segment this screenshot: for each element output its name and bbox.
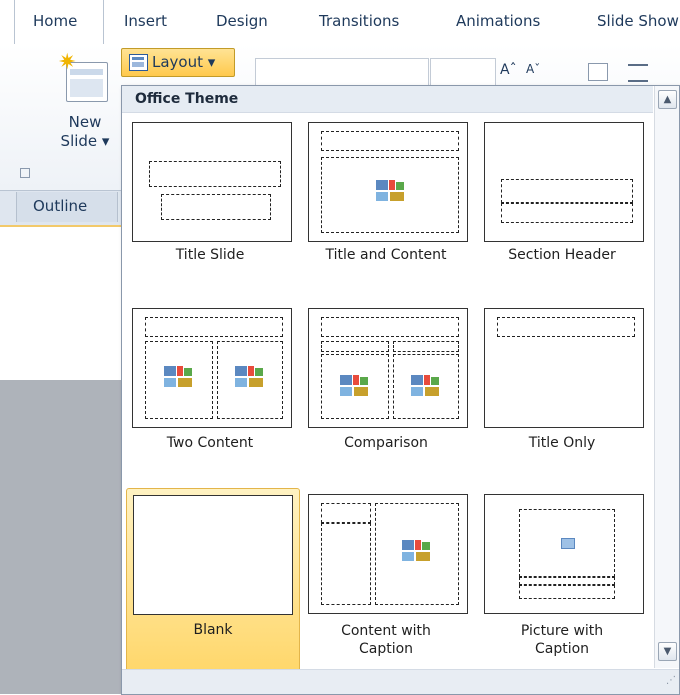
content-icons [411, 375, 441, 397]
resize-grip[interactable]: ⋰ [122, 669, 679, 694]
layout-label: Section Header [508, 247, 616, 263]
grow-font-button[interactable]: Aˆ [500, 62, 517, 78]
font-size-box[interactable] [430, 58, 496, 86]
theme-name: Office Theme [135, 91, 239, 107]
scroll-down-button[interactable]: ▼ [658, 642, 677, 661]
right-content-placeholder [217, 341, 283, 419]
gallery-header: Office Theme [122, 86, 653, 113]
comparison-layout-icon [308, 308, 468, 428]
layout-section-header[interactable]: Section Header [478, 118, 646, 268]
layout-title-slide[interactable]: Title Slide [126, 118, 294, 268]
tab-home[interactable]: Home [14, 0, 104, 44]
layout-label: Title Only [528, 435, 596, 451]
tab-animations[interactable]: Animations [456, 12, 540, 30]
layout-title-only[interactable]: Title Only [478, 304, 646, 454]
title-placeholder [497, 317, 635, 337]
slide-pane-background [0, 380, 125, 694]
layout-label: Title Slide [175, 247, 245, 263]
layout-icon [129, 54, 148, 71]
content-with-caption-layout-icon [308, 494, 468, 614]
clear-format-icon[interactable] [588, 63, 608, 81]
shrink-font-button[interactable]: Aˇ [526, 62, 540, 76]
subtitle-placeholder [161, 194, 271, 220]
tab-outline[interactable]: Outline [16, 192, 118, 222]
sparkle-icon: ✷ [58, 50, 77, 75]
right-content-placeholder [393, 354, 459, 419]
right-heading-placeholder [393, 341, 459, 352]
caption-title-placeholder [321, 503, 371, 523]
bullets-icon[interactable] [628, 64, 648, 82]
title-slide-layout-icon [132, 122, 292, 242]
content-icons [402, 540, 432, 562]
tab-slide-show[interactable]: Slide Show [597, 12, 679, 30]
layout-label: Layout ▾ [152, 53, 216, 71]
title-only-layout-icon [484, 308, 644, 428]
layout-label: Two Content [166, 435, 254, 451]
layout-two-content[interactable]: Two Content [126, 304, 294, 454]
title-placeholder [321, 317, 459, 337]
caption-text-placeholder [519, 585, 615, 599]
content-placeholder [375, 503, 459, 605]
title-placeholder [501, 179, 633, 203]
tab-transitions[interactable]: Transitions [319, 12, 399, 30]
picture-with-caption-layout-icon [484, 494, 644, 614]
tab-insert[interactable]: Insert [124, 12, 167, 30]
title-and-content-layout-icon [308, 122, 468, 242]
clipboard-group-edge [0, 60, 10, 160]
content-icons [340, 375, 370, 397]
two-content-layout-icon [132, 308, 292, 428]
left-content-placeholder [321, 354, 389, 419]
layout-blank[interactable]: Blank [126, 488, 300, 672]
picture-placeholder [519, 509, 615, 577]
layout-label: Content with Caption [341, 623, 431, 657]
outline-label: Outline [33, 197, 88, 215]
blank-layout-icon [133, 495, 293, 615]
caption-text-placeholder [321, 523, 371, 605]
font-name-box[interactable] [255, 58, 429, 86]
layout-button[interactable]: Layout ▾ [121, 48, 235, 77]
ribbon-tab-bar: Home Insert Design Transitions Animation… [0, 0, 680, 45]
dialog-launcher-icon[interactable] [20, 168, 30, 178]
layout-title-and-content[interactable]: Title and Content [302, 118, 470, 268]
content-placeholder [321, 157, 459, 233]
gallery-scrollbar[interactable]: ▲ ▼ [654, 86, 679, 668]
tab-home-label: Home [33, 12, 78, 30]
layout-label: Picture with Caption [520, 623, 604, 657]
layout-picture-with-caption[interactable]: Picture with Caption [478, 488, 646, 670]
section-header-layout-icon [484, 122, 644, 242]
title-placeholder [321, 131, 459, 151]
layout-content-with-caption[interactable]: Content with Caption [302, 488, 470, 670]
tab-design[interactable]: Design [216, 12, 268, 30]
left-content-placeholder [145, 341, 213, 419]
scroll-up-button[interactable]: ▲ [658, 90, 677, 109]
text-placeholder [501, 203, 633, 223]
caption-title-placeholder [519, 577, 615, 585]
new-slide-label: New Slide ▾ [60, 113, 110, 150]
content-icons [164, 366, 194, 388]
layout-label: Comparison [344, 435, 428, 451]
title-placeholder [145, 317, 283, 337]
left-heading-placeholder [321, 341, 389, 352]
layout-gallery: Office Theme Title Slide Title and Conte… [121, 85, 680, 695]
content-icons [376, 180, 406, 202]
picture-icon [561, 538, 575, 549]
content-icons [235, 366, 265, 388]
layout-label: Blank [193, 622, 233, 638]
title-placeholder [149, 161, 281, 187]
layout-label: Title and Content [325, 247, 447, 263]
layout-comparison[interactable]: Comparison [302, 304, 470, 454]
resize-grip-icon: ⋰ [666, 675, 676, 686]
